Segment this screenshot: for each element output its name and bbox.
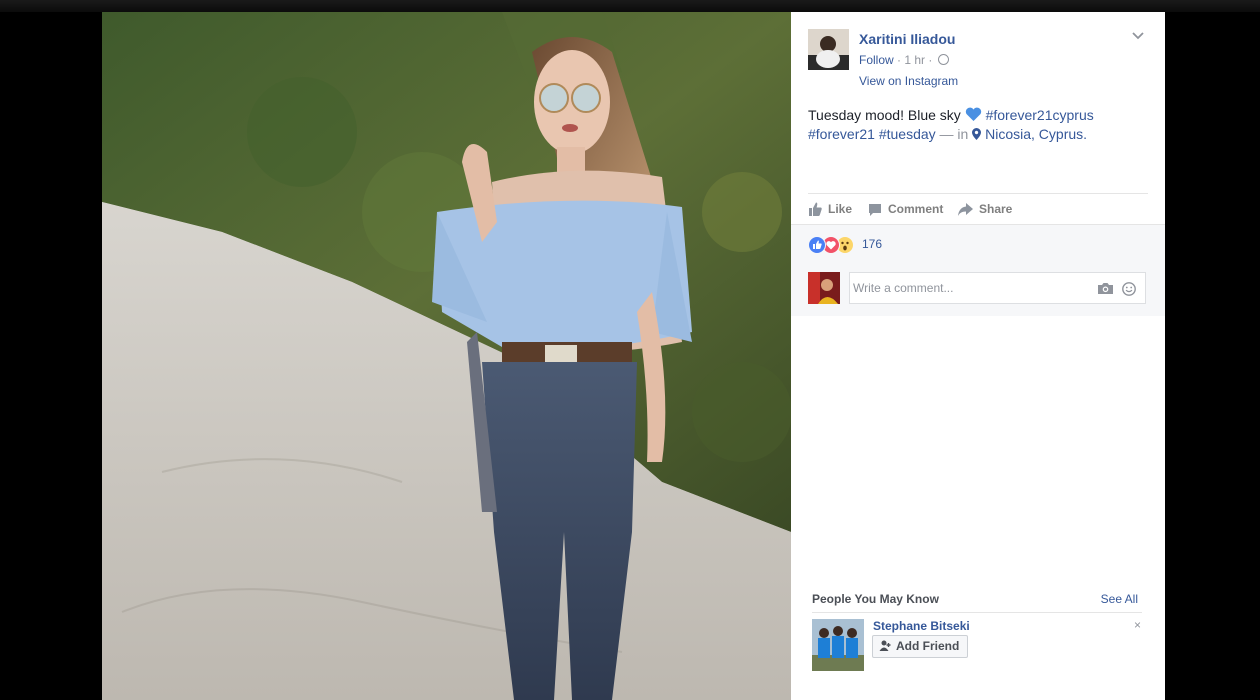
comment-icon: [869, 204, 881, 216]
camera-icon[interactable]: [1098, 283, 1113, 294]
photo-illustration: [102, 12, 791, 700]
feedback-area: 176: [791, 224, 1165, 316]
globe-icon[interactable]: [937, 54, 949, 65]
share-icon: [958, 203, 973, 216]
like-button[interactable]: Like: [808, 200, 852, 220]
like-label: Like: [828, 202, 853, 216]
location-pin-icon: [972, 128, 982, 140]
post-timestamp[interactable]: 1 hr: [904, 53, 925, 67]
meta-separator-2: ·: [928, 53, 933, 67]
see-all-link[interactable]: See All: [1101, 592, 1138, 606]
emoji-icon[interactable]: [1122, 282, 1136, 296]
share-label: Share: [979, 202, 1013, 216]
current-user-avatar: [808, 272, 840, 304]
author-name-link[interactable]: Xaritini Iliadou: [859, 31, 955, 47]
caption-text: Tuesday mood! Blue sky: [808, 107, 961, 123]
suggested-person-name[interactable]: Stephane Bitseki: [873, 619, 970, 633]
top-strip: [0, 0, 1260, 12]
hashtag-forever21[interactable]: #forever21: [808, 126, 875, 142]
follow-link[interactable]: Follow: [859, 53, 894, 67]
chevron-down-icon[interactable]: [1131, 30, 1145, 42]
pymk-title: People You May Know: [812, 592, 939, 606]
add-friend-icon: [879, 640, 891, 651]
comment-label: Comment: [888, 202, 944, 216]
share-button[interactable]: Share: [958, 200, 1012, 220]
suggested-person-photo-image: [812, 619, 864, 671]
close-icon[interactable]: ×: [1134, 619, 1141, 631]
hashtag-tuesday[interactable]: #tuesday: [879, 126, 936, 142]
add-friend-label: Add Friend: [896, 639, 960, 653]
divider: [808, 193, 1148, 194]
post-photo[interactable]: [102, 12, 791, 700]
reaction-count[interactable]: 176: [862, 237, 882, 251]
hashtag-forever21cyprus[interactable]: #forever21cyprus: [986, 107, 1094, 123]
caption-in-text: — in: [939, 126, 969, 142]
meta-separator: ·: [897, 53, 902, 67]
add-friend-button[interactable]: Add Friend: [872, 635, 969, 658]
thumbs-up-icon: [809, 202, 822, 216]
divider: [812, 612, 1142, 613]
like-reaction-icon: [808, 236, 826, 254]
author-avatar[interactable]: [808, 29, 849, 70]
current-user-avatar-image: [808, 272, 840, 304]
comment-button[interactable]: Comment: [868, 200, 943, 220]
view-on-instagram-link[interactable]: View on Instagram: [859, 74, 958, 88]
suggested-person-photo[interactable]: [812, 619, 864, 671]
post-side-panel: Xaritini Iliadou Follow · 1 hr · View on…: [791, 12, 1165, 700]
author-avatar-image: [808, 29, 849, 70]
post-meta: Follow · 1 hr ·: [859, 53, 949, 67]
post-caption: Tuesday mood! Blue sky #forever21cyprus …: [808, 106, 1153, 144]
location-link[interactable]: Nicosia, Cyprus.: [985, 126, 1087, 142]
blue-heart-icon: [965, 107, 981, 121]
